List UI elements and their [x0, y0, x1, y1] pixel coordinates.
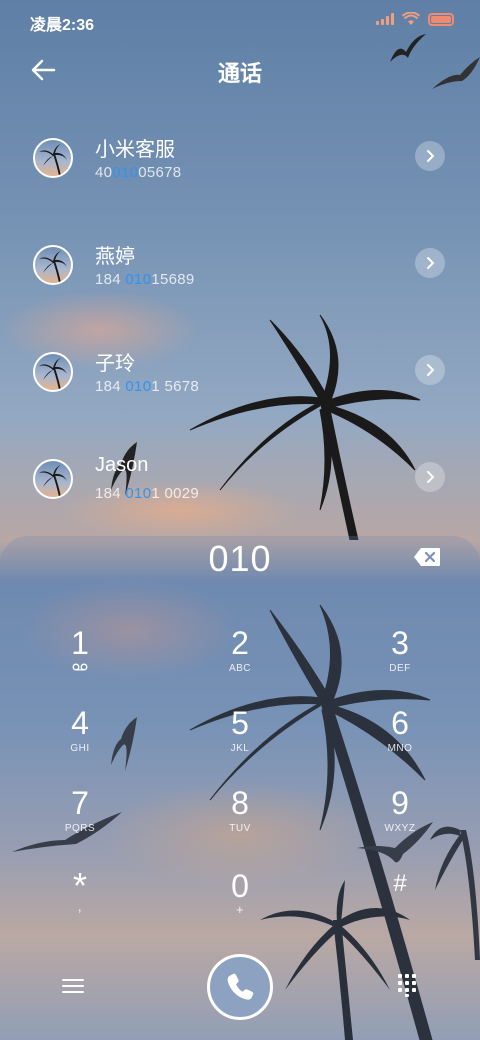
chevron-right-icon[interactable] [415, 141, 445, 171]
key-letters: MNO [387, 743, 413, 754]
chevron-right-icon[interactable] [415, 355, 445, 385]
key-hash[interactable]: # [340, 868, 460, 938]
key-letters: JKL [230, 743, 250, 754]
key-5[interactable]: 5 JKL [180, 705, 300, 775]
number-match-highlight: 010 [125, 378, 152, 395]
key-digit: 9 [391, 785, 409, 821]
contact-number: 4001005678 [95, 164, 181, 181]
key-letters: ABC [228, 663, 252, 674]
contact-name: 燕婷 [95, 246, 135, 268]
status-time: 凌晨2:36 [30, 17, 95, 34]
number-part: 05678 [138, 164, 182, 181]
key-9[interactable]: 9 WXYZ [340, 785, 460, 855]
key-letters: + [235, 902, 245, 917]
key-digit: 5 [231, 705, 249, 741]
contact-number: 184 0101 0029 [95, 485, 199, 502]
key-digit: 0 [231, 868, 249, 904]
key-letters: , [77, 898, 83, 914]
key-star[interactable]: * , [20, 868, 140, 938]
key-digit: # [393, 870, 407, 897]
phone-icon [227, 973, 254, 1000]
contact-name: 子玲 [95, 353, 135, 375]
chevron-right-icon[interactable] [415, 462, 445, 492]
key-digit: 2 [231, 625, 249, 661]
bottom-action-bar [0, 950, 480, 1020]
backspace-icon[interactable] [413, 547, 441, 567]
number-part: 184 [95, 485, 126, 502]
contact-name: Jason [95, 454, 149, 476]
number-part: 15689 [151, 271, 195, 288]
number-part: 184 [95, 271, 126, 288]
key-digit: 3 [391, 625, 409, 661]
key-4[interactable]: 4 GHI [20, 705, 140, 775]
number-match-highlight: 010 [125, 271, 152, 288]
chevron-right-icon[interactable] [415, 248, 445, 278]
contact-item[interactable]: Jason 184 0101 0029 [0, 454, 480, 524]
number-part: 40 [95, 164, 113, 181]
number-part: 184 [95, 378, 126, 395]
key-2[interactable]: 2 ABC [180, 625, 300, 695]
contact-item[interactable]: 子玲 184 0101 5678 [0, 347, 480, 417]
contact-number: 184 0101 5678 [95, 378, 199, 395]
contact-item[interactable]: 燕婷 184 01015689 [0, 240, 480, 310]
key-letters: WXYZ [384, 823, 416, 834]
key-letters: GHI [70, 743, 90, 754]
key-letters: DEF [389, 663, 411, 674]
avatar [33, 459, 73, 499]
battery-icon [428, 12, 454, 26]
contact-item[interactable]: 小米客服 4001005678 [0, 133, 480, 203]
key-6[interactable]: 6 MNO [340, 705, 460, 775]
number-part: 1 5678 [151, 378, 200, 395]
menu-icon[interactable] [60, 976, 86, 996]
signal-icon [376, 13, 394, 25]
contact-number: 184 01015689 [95, 271, 195, 288]
number-match-highlight: 010 [112, 164, 139, 181]
key-letters: TUV [229, 823, 251, 834]
key-8[interactable]: 8 TUV [180, 785, 300, 855]
dial-input[interactable]: 010 [0, 538, 480, 580]
key-1[interactable]: 1 [20, 625, 140, 695]
number-match-highlight: 010 [125, 485, 152, 502]
avatar [33, 245, 73, 285]
avatar [33, 352, 73, 392]
key-7[interactable]: 7 PQRS [20, 785, 140, 855]
key-letters: PQRS [64, 823, 96, 834]
number-part: 1 0029 [151, 485, 200, 502]
wifi-icon [402, 12, 420, 25]
voicemail-icon [20, 663, 140, 674]
status-icons [376, 12, 454, 26]
keypad-icon[interactable] [396, 972, 418, 998]
key-digit: 1 [71, 625, 89, 661]
key-digit: 7 [71, 785, 89, 821]
call-button[interactable] [207, 954, 273, 1020]
key-digit: 4 [71, 705, 89, 741]
contact-name: 小米客服 [95, 139, 175, 161]
key-digit: 8 [231, 785, 249, 821]
key-3[interactable]: 3 DEF [340, 625, 460, 695]
page-title: 通话 [217, 61, 262, 86]
key-0[interactable]: 0 + [180, 868, 300, 938]
top-bar: 通话 [0, 50, 480, 90]
key-digit: 6 [391, 705, 409, 741]
status-bar: 凌晨2:36 [0, 0, 480, 40]
avatar [33, 138, 73, 178]
